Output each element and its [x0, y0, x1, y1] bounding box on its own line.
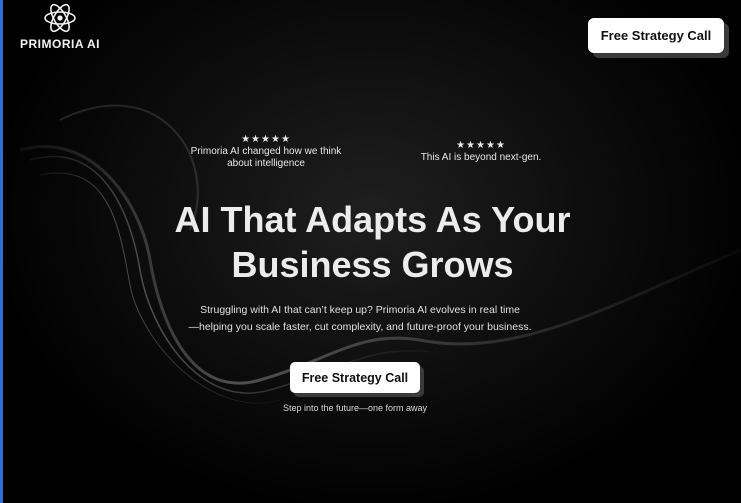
atom-icon [44, 3, 76, 33]
testimonial-2: ★★★★★ This AI is beyond next-gen. [401, 140, 561, 164]
hero-headline: AI That Adapts As Your Business Grows [120, 197, 625, 287]
headline-line-1: AI That Adapts As Your [174, 199, 571, 240]
rating-stars: ★★★★★ [456, 140, 506, 151]
hero-strategy-call-button[interactable]: Free Strategy Call [290, 362, 420, 393]
cta-caption: Step into the future—one form away [282, 403, 428, 413]
subtext-line-2: —helping you scale faster, cut complexit… [188, 321, 532, 333]
testimonial-quote: Primoria AI changed how we think about i… [190, 146, 342, 169]
rating-stars: ★★★★★ [241, 134, 291, 145]
landing-page: PRIMORIA AI Free Strategy Call ★★★★★ Pri… [0, 0, 741, 503]
brand-logo[interactable]: PRIMORIA AI [17, 0, 103, 51]
brand-name: PRIMORIA AI [20, 37, 100, 51]
testimonial-quote: This AI is beyond next-gen. [420, 152, 542, 163]
header-strategy-call-button[interactable]: Free Strategy Call [588, 18, 724, 53]
subtext-line-1: Struggling with AI that can’t keep up? P… [200, 304, 520, 316]
headline-line-2: Business Grows [231, 244, 514, 285]
hero-subtext: Struggling with AI that can’t keep up? P… [150, 302, 570, 336]
testimonial-1: ★★★★★ Primoria AI changed how we think a… [186, 134, 346, 170]
